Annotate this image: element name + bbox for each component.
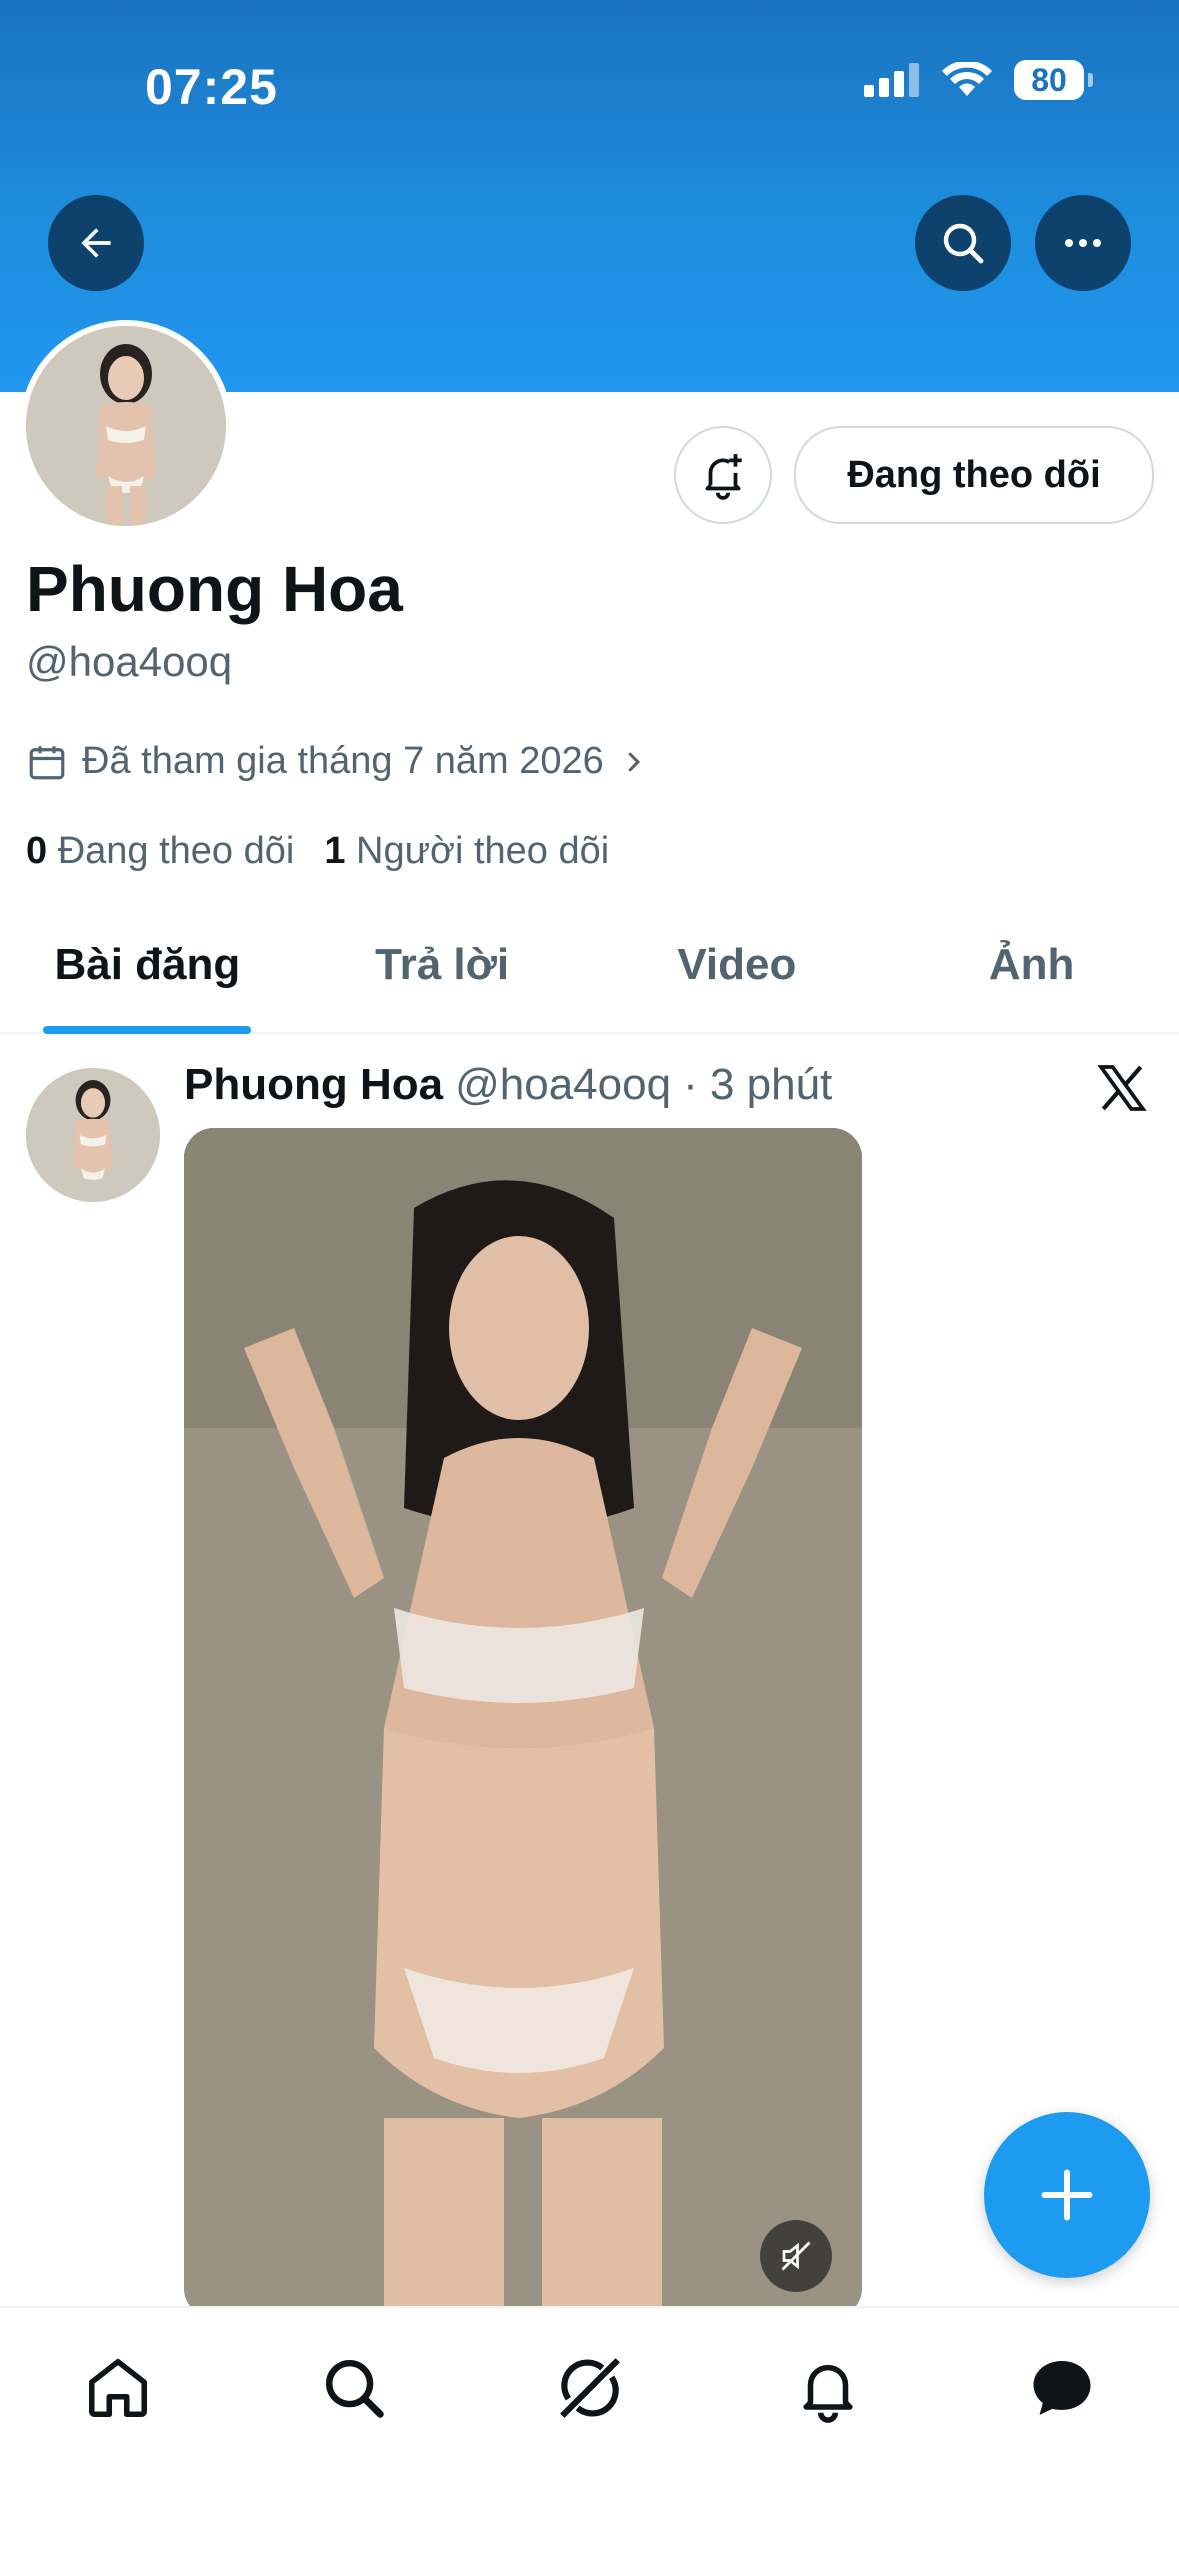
tab-replies[interactable]: Trả lời [295,936,590,1032]
nav-grok[interactable] [550,2348,630,2428]
followers-label: Người theo dõi [356,830,610,872]
x-logo-icon [1094,1060,1150,1121]
calendar-icon [29,745,65,779]
bell-plus-icon [705,454,742,500]
grok-icon [560,2358,620,2418]
status-icons: 80 [864,60,1093,100]
profile-name: Phuong Hoa [26,553,403,625]
profile-avatar[interactable] [20,320,232,532]
nav-search[interactable] [314,2348,394,2428]
following-count: 0 [26,830,48,872]
back-button[interactable] [48,195,144,291]
wifi-icon [942,62,992,96]
avatar-photo [26,1068,160,1202]
profile-tabs: Bài đăng Trả lời Video Ảnh [0,936,1179,1034]
post-video[interactable] [184,1128,862,2318]
profile-handle: @hoa4ooq [26,638,233,685]
back-arrow-icon [81,228,111,258]
home-icon [88,2358,148,2418]
post-time: · 3 phút [683,1060,833,1109]
post-avatar[interactable] [26,1068,160,1202]
following-stat[interactable]: 0 Đang theo dõi [26,830,294,873]
search-icon [326,2360,384,2418]
compose-button[interactable] [984,2112,1150,2278]
nav-messages[interactable] [1022,2348,1102,2428]
search-button[interactable] [915,195,1011,291]
follow-stats: 0 Đang theo dõi 1 Người theo dõi [26,830,609,873]
chevron-right-icon [627,751,640,772]
messages-icon [1033,2361,1091,2415]
status-time: 07:25 [145,59,278,115]
followers-stat[interactable]: 1 Người theo dõi [324,830,609,873]
notifications-icon [803,2364,853,2423]
plus-icon [1041,2169,1093,2221]
battery-indicator: 80 [1014,60,1093,100]
notify-button[interactable] [674,426,772,524]
post-author-name[interactable]: Phuong Hoa [184,1060,443,1110]
following-label: Đang theo dõi [57,830,295,872]
tab-photos[interactable]: Ảnh [884,936,1179,1032]
more-button[interactable] [1035,195,1131,291]
avatar-photo [26,326,226,526]
post-author-handle[interactable]: @hoa4ooq [455,1060,671,1110]
joined-label: Đã tham gia tháng 7 năm 2026 [82,740,604,782]
mute-button[interactable] [760,2220,832,2292]
search-icon [943,223,984,264]
nav-home[interactable] [78,2348,158,2428]
following-button[interactable]: Đang theo dõi [794,426,1154,524]
post-header: Phuong Hoa @hoa4ooq · 3 phút [184,1060,832,1110]
video-frame [184,1128,862,2318]
mute-icon [781,2241,811,2271]
joined-date[interactable]: Đã tham gia tháng 7 năm 2026 [26,740,648,783]
more-icon [1065,239,1101,247]
bottom-navigation [0,2306,1179,2558]
tab-posts[interactable]: Bài đăng [0,936,295,1032]
cellular-signal-icon [864,63,919,97]
followers-count: 1 [324,830,346,872]
tab-video[interactable]: Video [590,936,885,1032]
nav-notifications[interactable] [788,2348,868,2428]
